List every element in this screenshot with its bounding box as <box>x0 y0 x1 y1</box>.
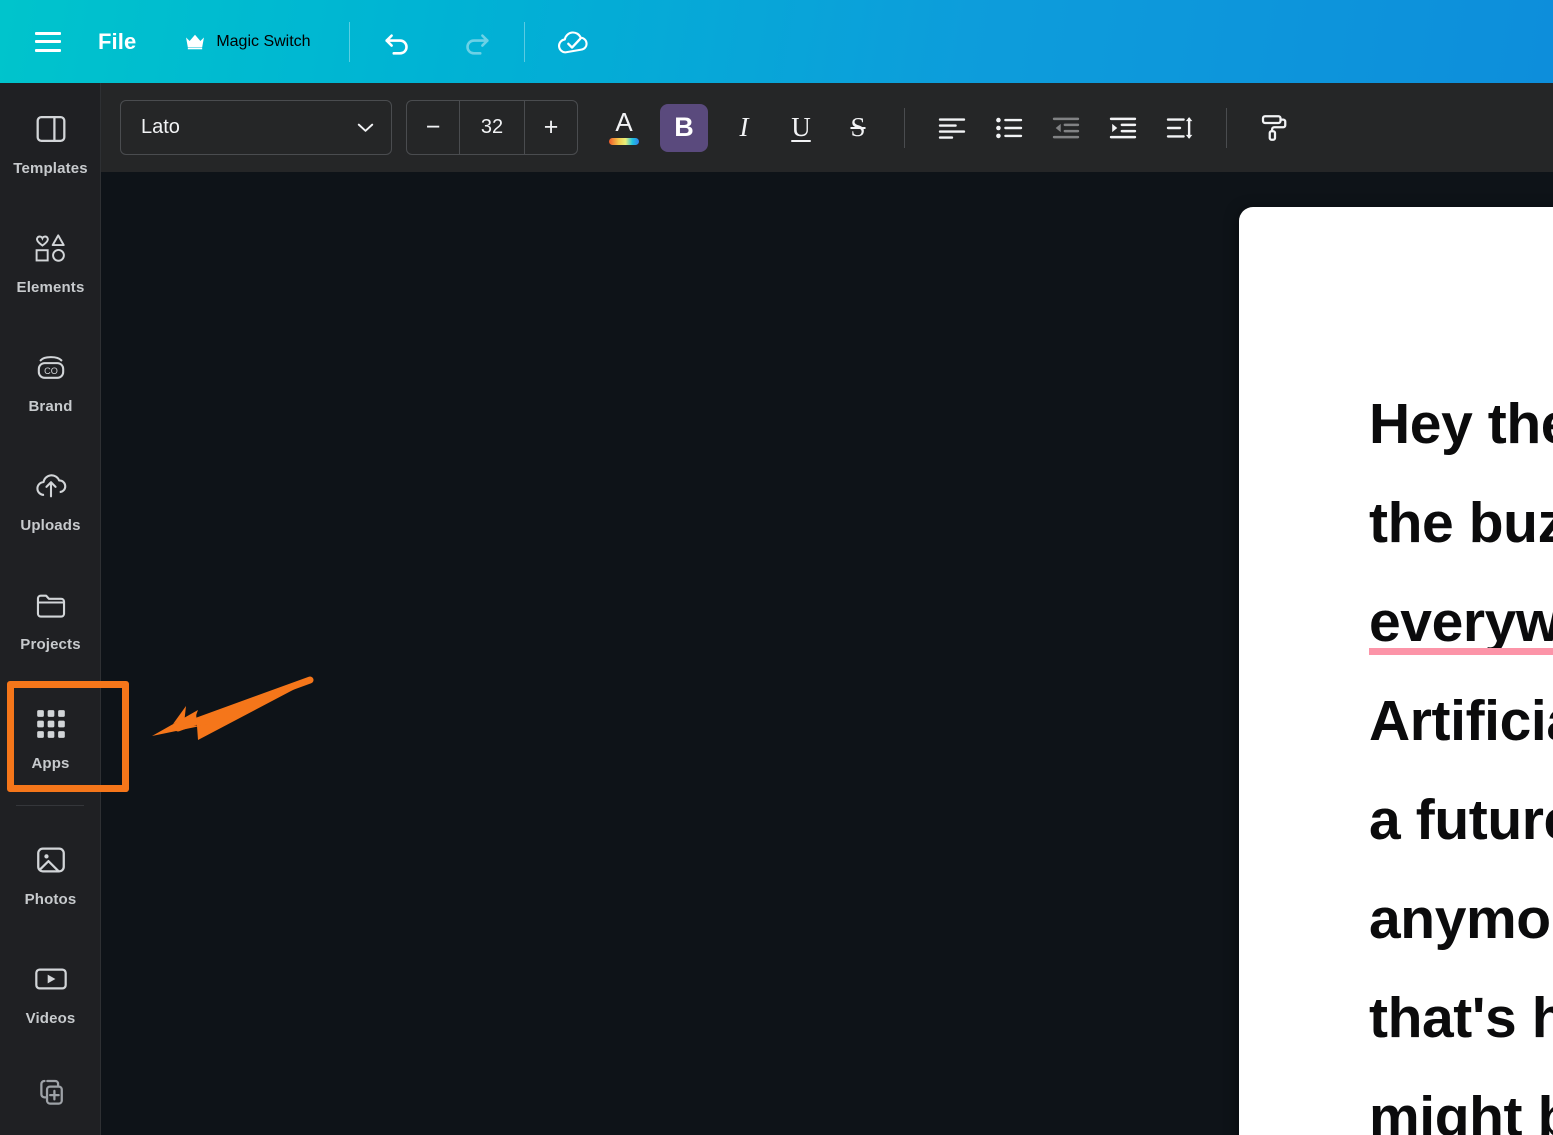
toolbar-divider-1 <box>904 107 905 148</box>
font-family-select[interactable]: Lato <box>120 100 392 155</box>
add-page-icon <box>30 1071 72 1113</box>
design-canvas[interactable]: Hey there, the buzz is everywhere. Artif… <box>101 172 1553 1135</box>
undo-button[interactable] <box>376 20 420 64</box>
save-status-button[interactable] <box>551 20 595 64</box>
outdent-icon <box>1052 117 1080 138</box>
indent-button[interactable] <box>1099 104 1147 152</box>
redo-button[interactable] <box>454 20 498 64</box>
doc-line: a future <box>1369 788 1553 852</box>
outdent-button[interactable] <box>1042 104 1090 152</box>
doc-line: Hey there, <box>1369 392 1553 456</box>
sidebar-item-photos[interactable]: Photos <box>0 814 100 933</box>
sidebar-label: Brand <box>28 398 73 415</box>
sidebar-label: Templates <box>13 160 88 177</box>
cloud-check-icon <box>557 30 588 53</box>
sidebar-item-elements[interactable]: Elements <box>0 202 100 321</box>
copy-style-button[interactable] <box>1250 104 1298 152</box>
elements-icon <box>30 227 72 269</box>
toolbar-divider-2 <box>1226 107 1227 148</box>
line-spacing-button[interactable] <box>1156 104 1204 152</box>
text-align-button[interactable] <box>928 104 976 152</box>
templates-icon <box>30 108 72 150</box>
document-text-block[interactable]: Hey there, the buzz is everywhere. Artif… <box>1369 375 1553 1135</box>
font-size-decrease-button[interactable]: − <box>407 101 459 154</box>
doc-line: anymore, <box>1369 887 1553 951</box>
bold-button[interactable]: B <box>660 103 708 152</box>
text-color-letter: A <box>615 107 633 138</box>
header-divider-1 <box>348 21 350 62</box>
bullet-list-icon <box>996 117 1023 138</box>
italic-button[interactable]: I <box>720 104 768 152</box>
sidebar-divider <box>16 805 84 806</box>
videos-icon <box>30 958 72 1000</box>
apps-grid-icon <box>30 703 72 745</box>
strikethrough-button[interactable]: S <box>834 104 882 152</box>
bold-label: B <box>674 112 694 142</box>
canva-editor-window: File Magic Switch Templates Elements CO … <box>0 0 1553 1135</box>
magic-switch-label: Magic Switch <box>216 32 311 50</box>
italic-label: I <box>739 112 749 142</box>
sidebar-label: Projects <box>20 636 81 653</box>
crown-icon <box>186 34 205 50</box>
sidebar-item-videos[interactable]: Videos <box>0 933 100 1052</box>
hamburger-line <box>35 40 61 43</box>
paint-roller-icon <box>1261 114 1287 141</box>
header-divider-2 <box>523 21 525 62</box>
font-family-value: Lato <box>141 116 180 138</box>
font-size-stepper[interactable]: − 32 + <box>406 100 578 155</box>
chevron-down-icon <box>357 123 374 132</box>
sidebar-label: Videos <box>25 1010 76 1027</box>
sidebar-label: Uploads <box>20 517 81 534</box>
file-menu-button[interactable]: File <box>98 29 136 55</box>
uploads-icon <box>30 465 72 507</box>
underline-label: U <box>791 112 811 142</box>
doc-line: might be <box>1369 1085 1553 1135</box>
underline-button[interactable]: U <box>777 104 825 152</box>
sidebar-item-add-page[interactable] <box>0 1052 100 1132</box>
photos-icon <box>30 839 72 881</box>
top-header-bar: File Magic Switch <box>0 0 1553 83</box>
line-spacing-icon <box>1166 116 1193 139</box>
indent-icon <box>1109 117 1137 138</box>
text-color-button[interactable]: A <box>600 104 648 152</box>
sidebar-item-brand[interactable]: CO Brand <box>0 321 100 440</box>
document-page[interactable]: Hey there, the buzz is everywhere. Artif… <box>1239 207 1553 1135</box>
bullet-list-button[interactable] <box>985 104 1033 152</box>
text-format-toolbar: Lato − 32 + A B I U S <box>101 83 1553 172</box>
sidebar-label: Elements <box>16 279 85 296</box>
text-color-icon: A <box>609 107 639 145</box>
sidebar-label: Apps <box>31 755 70 772</box>
sidebar-item-templates[interactable]: Templates <box>0 83 100 202</box>
doc-line: Artificial <box>1369 689 1553 753</box>
sidebar-item-apps[interactable]: Apps <box>0 678 100 797</box>
sidebar-item-uploads[interactable]: Uploads <box>0 440 100 559</box>
hamburger-line <box>35 31 61 35</box>
doc-line: that's here <box>1369 986 1553 1050</box>
svg-text:CO: CO <box>44 366 58 376</box>
align-left-icon <box>938 117 966 139</box>
hamburger-line <box>35 48 61 52</box>
strikethrough-label: S <box>850 112 866 142</box>
doc-line-underlined: everywhere. <box>1369 573 1553 672</box>
left-sidebar: Templates Elements CO Brand Uploads Proj… <box>0 83 101 1135</box>
projects-icon <box>30 584 72 626</box>
doc-line: the buzz is <box>1369 491 1553 555</box>
undo-icon <box>384 33 408 55</box>
sidebar-label: Photos <box>24 891 77 908</box>
color-gradient-bar <box>609 137 639 145</box>
font-size-input[interactable]: 32 <box>459 101 525 154</box>
font-size-increase-button[interactable]: + <box>525 101 577 154</box>
hamburger-menu-icon[interactable] <box>35 31 61 52</box>
brand-icon: CO <box>30 346 72 388</box>
sidebar-item-projects[interactable]: Projects <box>0 559 100 678</box>
redo-icon <box>465 33 489 55</box>
magic-switch-button[interactable]: Magic Switch <box>184 32 311 51</box>
